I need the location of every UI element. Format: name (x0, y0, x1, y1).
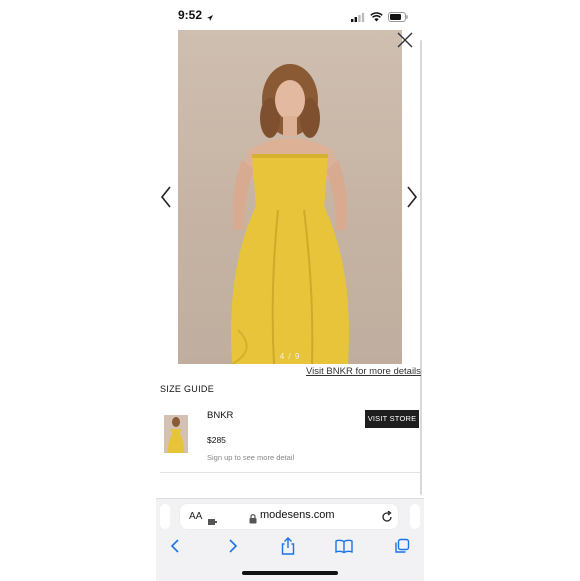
signup-prompt[interactable]: Sign up to see more detail (207, 453, 294, 462)
image-counter: 4 / 9 (279, 352, 301, 361)
phone-screen: 9:52 4 / 9 Visit BNKR for more details S… (156, 0, 424, 581)
address-bar[interactable]: AA modesens.com (180, 504, 398, 529)
reload-icon[interactable] (381, 510, 393, 528)
tabs-icon[interactable] (392, 536, 412, 556)
safari-bottom-bar: AA modesens.com (156, 498, 424, 581)
reader-options-button[interactable]: AA (189, 511, 202, 522)
location-icon (206, 9, 214, 27)
divider (160, 472, 420, 473)
home-indicator[interactable] (242, 571, 338, 575)
product-image[interactable]: 4 / 9 (178, 30, 402, 364)
visit-store-button[interactable]: VISIT STORE (365, 410, 419, 428)
product-price: $285 (207, 435, 226, 445)
next-tab-peek[interactable] (410, 504, 420, 529)
back-icon[interactable] (166, 536, 186, 556)
visit-brand-link[interactable]: Visit BNKR for more details (306, 366, 421, 377)
close-icon[interactable] (396, 31, 414, 49)
bookmarks-icon[interactable] (334, 536, 354, 556)
signal-icon (351, 9, 365, 27)
forward-icon[interactable] (222, 536, 242, 556)
url-text[interactable]: modesens.com (260, 509, 335, 521)
wifi-icon (370, 9, 383, 27)
safari-toolbar (156, 536, 424, 558)
puzzle-icon[interactable] (208, 513, 217, 531)
product-brand: BNKR (207, 410, 234, 421)
model-illustration (231, 64, 349, 364)
share-icon[interactable] (278, 536, 298, 556)
chevron-left-icon[interactable] (160, 186, 172, 208)
lock-icon (249, 511, 257, 529)
status-icons (351, 9, 408, 27)
size-guide-link[interactable]: SIZE GUIDE (160, 384, 214, 394)
battery-icon (388, 9, 408, 27)
product-thumbnail[interactable] (164, 415, 188, 453)
status-bar: 9:52 (156, 0, 424, 28)
previous-tab-peek[interactable] (160, 504, 170, 529)
chevron-right-icon[interactable] (406, 186, 418, 208)
scrollbar[interactable] (420, 40, 422, 495)
status-time: 9:52 (178, 8, 203, 22)
